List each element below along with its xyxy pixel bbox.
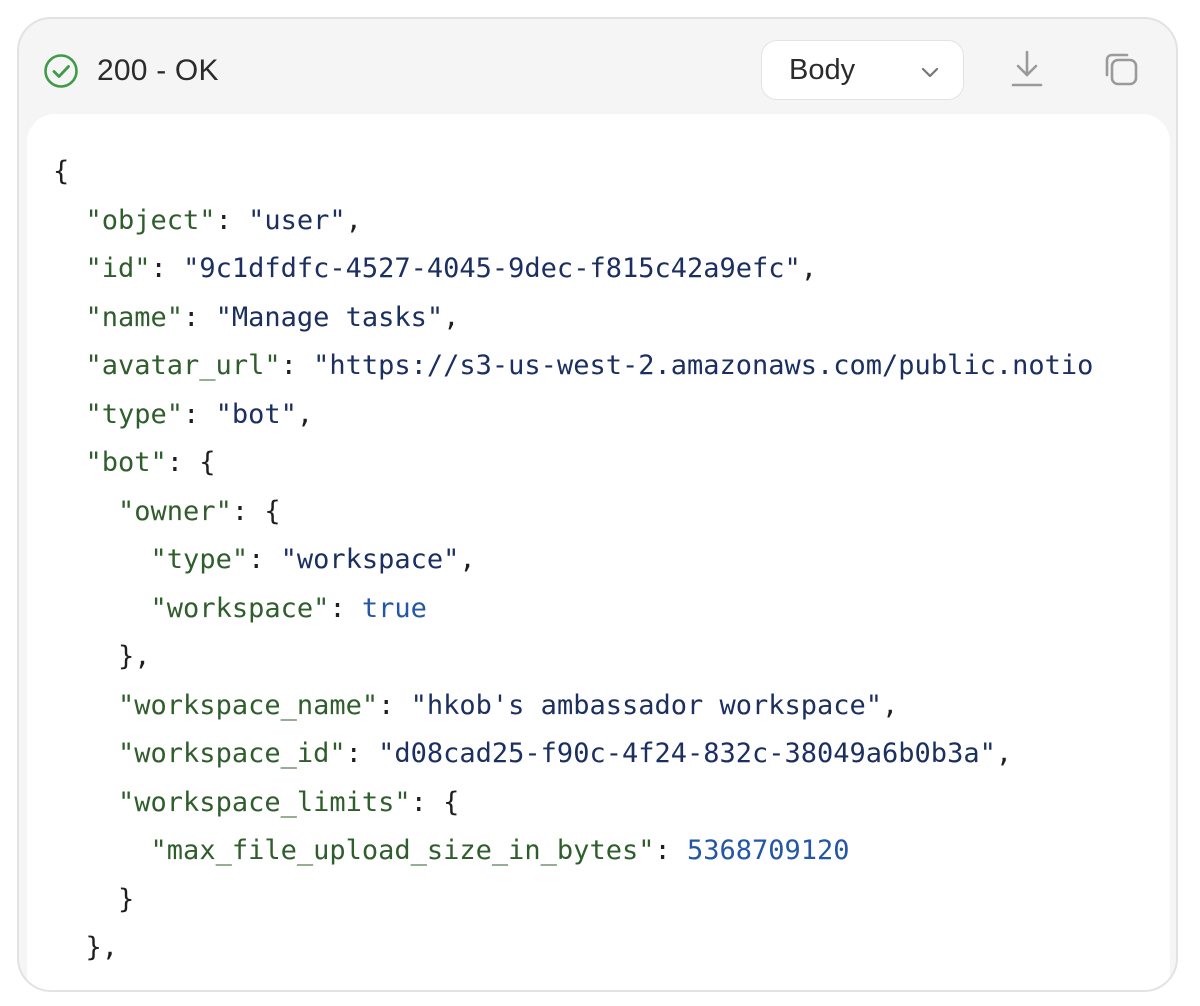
code-line: "workspace_limits": { [53, 779, 1093, 828]
code-line: "workspace_id": "d08cad25-f90c-4f24-832c… [53, 730, 1093, 779]
code-line: "avatar_url": "https://s3-us-west-2.amaz… [53, 342, 1094, 391]
json-punctuation: , [995, 738, 1013, 769]
code-line: "owner": { [53, 488, 1093, 537]
response-header: 200 - OK Body [19, 19, 1176, 114]
code-line: "id": "9c1dfdfc-4527-4045-9dec-f815c42a9… [53, 245, 1093, 294]
json-key: "name" [85, 301, 184, 333]
json-literal: 5368709120 [686, 835, 850, 866]
json-punctuation: , [800, 253, 818, 284]
json-string: "Manage tasks" [215, 301, 444, 333]
response-format-select[interactable]: Body [761, 40, 964, 100]
check-circle-icon [44, 54, 78, 88]
code-line: "object": "user", [53, 197, 1093, 246]
code-line: "type": "bot", [53, 391, 1093, 440]
json-viewer: { "object": "user", "id": "9c1dfdfc-4527… [53, 148, 1093, 973]
copy-icon [1105, 53, 1138, 86]
status-code-text: 200 - OK [97, 54, 219, 87]
json-punctuation: , [459, 544, 476, 575]
json-string: "https://s3-us-west-2.amazonaws.com/publ… [313, 350, 1094, 381]
json-string: "hkob's ambassador workspace" [410, 689, 883, 721]
json-string: "user" [248, 204, 346, 236]
json-string: "9c1dfdfc-4527-4045-9dec-f815c42a9efc" [183, 253, 801, 284]
json-key: "type" [150, 544, 249, 575]
download-button[interactable] [1005, 47, 1049, 91]
json-punctuation: , [296, 398, 314, 430]
code-line: { [53, 148, 1093, 197]
code-line: "bot": { [53, 439, 1093, 488]
json-punctuation: : [378, 689, 411, 721]
json-punctuation: }, [85, 932, 119, 963]
response-panel: 200 - OK Body { "object": "user", "id": … [17, 17, 1178, 992]
code-line: "workspace_name": "hkob's ambassador wor… [53, 682, 1093, 731]
json-punctuation: : [248, 544, 281, 575]
json-key: "bot" [85, 447, 167, 478]
json-key: "type" [85, 398, 184, 430]
json-key: "workspace_name" [118, 689, 379, 721]
json-punctuation: }, [118, 641, 151, 672]
json-punctuation: : { [410, 786, 460, 818]
code-line: "workspace": true [53, 585, 1093, 634]
json-key: "workspace_id" [118, 738, 346, 769]
download-icon [1011, 50, 1043, 87]
json-punctuation: : [215, 204, 249, 236]
json-key: "max_file_upload_size_in_bytes" [150, 835, 655, 866]
json-punctuation: , [443, 301, 460, 333]
json-key: "avatar_url" [85, 350, 281, 381]
json-punctuation: : [329, 592, 362, 624]
status-indicator: 200 - OK [43, 53, 219, 89]
code-line: }, [53, 633, 1093, 682]
json-punctuation: : [345, 738, 379, 769]
code-line: "max_file_upload_size_in_bytes": 5368709… [53, 827, 1093, 876]
json-punctuation: : [183, 398, 216, 430]
chevron-down-icon [921, 67, 939, 78]
json-punctuation: , [345, 204, 362, 236]
json-key: "workspace" [150, 592, 330, 624]
select-value: Body [789, 53, 856, 86]
code-line: } [53, 876, 1093, 925]
response-body: { "object": "user", "id": "9c1dfdfc-4527… [27, 114, 1170, 990]
json-string: "workspace" [280, 544, 460, 575]
json-punctuation: : { [166, 447, 216, 478]
json-key: "object" [85, 204, 216, 236]
code-line: }, [53, 924, 1093, 973]
json-key: "id" [85, 253, 151, 284]
json-key: "workspace_limits" [118, 786, 411, 818]
code-line: "type": "workspace", [53, 536, 1093, 585]
json-punctuation: } [118, 883, 135, 915]
json-punctuation: : { [231, 495, 281, 527]
json-literal: true [361, 592, 427, 624]
json-string: "d08cad25-f90c-4f24-832c-38049a6b0b3a" [378, 738, 996, 769]
code-line: "name": "Manage tasks", [53, 294, 1093, 343]
json-punctuation: : [280, 350, 314, 381]
json-punctuation: { [53, 156, 70, 187]
json-punctuation: , [882, 689, 899, 721]
json-punctuation: : [150, 253, 184, 284]
copy-button[interactable] [1099, 47, 1143, 91]
json-punctuation: : [183, 301, 216, 333]
json-key: "owner" [118, 495, 232, 527]
json-string: "bot" [215, 398, 297, 430]
json-punctuation: : [654, 835, 687, 866]
